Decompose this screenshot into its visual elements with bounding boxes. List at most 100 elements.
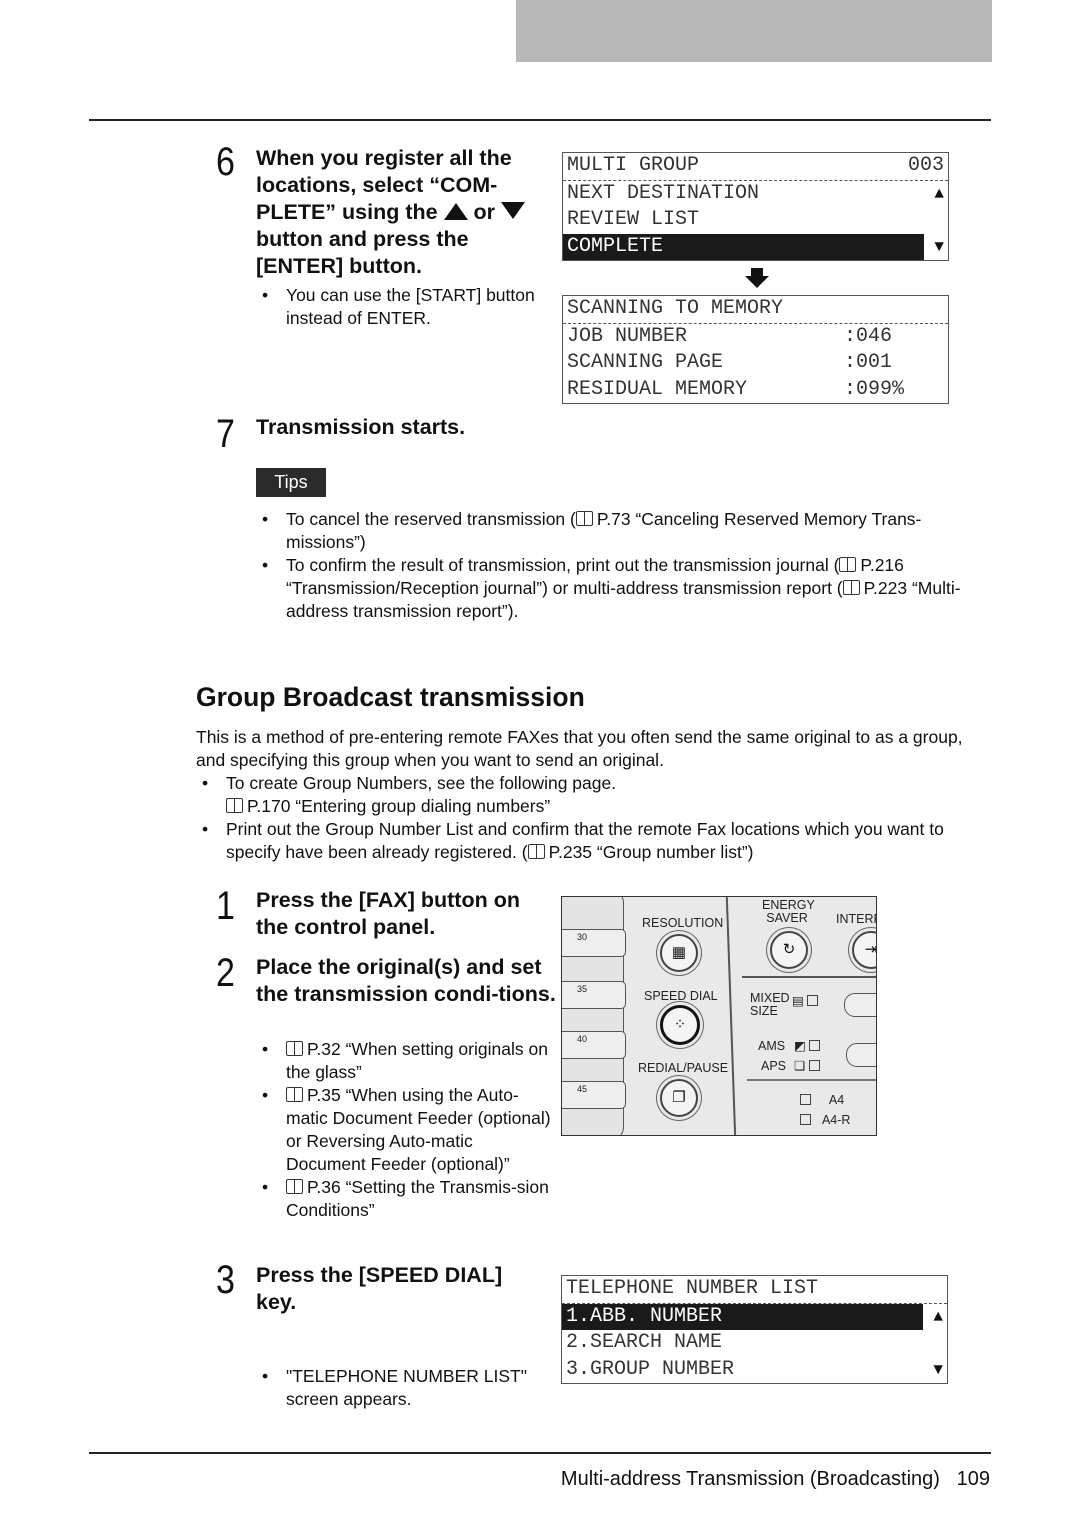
step-number: 1 [216, 884, 235, 928]
up-arrow-icon [443, 203, 468, 220]
bullet-item: You can use the [START] button instead o… [256, 284, 586, 330]
mixed-size-button [844, 993, 876, 1017]
top-rule [89, 119, 991, 121]
speed-dial-icon: ⁘ [660, 1005, 700, 1045]
tips-label: Tips [256, 468, 326, 497]
manual-page: 6 When you register all the locations, s… [0, 0, 1080, 1526]
lcd-row-label: 1.ABB. NUMBER [562, 1303, 923, 1330]
section-title: Group Broadcast transmission [196, 682, 585, 712]
lcd-row[interactable]: 2.SEARCH NAME [562, 1330, 947, 1357]
lcd-label: RESIDUAL MEMORY [567, 377, 748, 401]
ams-icon: ◩ [794, 1038, 824, 1053]
header-tab-bar [516, 0, 992, 62]
bullet-ref: P.35 “When using the Auto-matic Document… [286, 1085, 551, 1174]
a4r-item: A4-R [800, 1113, 850, 1127]
divider [742, 976, 876, 978]
lcd-row[interactable]: 3.GROUP NUMBER ▼ [562, 1357, 947, 1384]
aps-label: APS [761, 1059, 787, 1073]
scroll-down-icon: ▼ [933, 1360, 943, 1379]
step-heading: Press the [FAX] button on the control pa… [256, 888, 520, 939]
lcd-title: MULTI GROUP [567, 154, 700, 177]
lcd-count: 003 [907, 154, 944, 177]
step-number: 2 [216, 951, 235, 995]
heading-end: button and press the [ENTER] button. [256, 227, 469, 278]
ams-label: AMS [758, 1039, 786, 1053]
step-number: 7 [216, 412, 235, 456]
scroll-up-icon: ▲ [934, 184, 944, 203]
lcd-title-row: MULTI GROUP 003 [563, 153, 948, 181]
lcd-title: SCANNING TO MEMORY [567, 297, 784, 320]
bottom-rule [89, 1452, 991, 1454]
a4-item: A4 [800, 1093, 844, 1107]
one-touch-key: 30 [562, 929, 626, 957]
energy-saver-icon: ↻ [770, 931, 808, 969]
lcd-row-label: REVIEW LIST [567, 208, 700, 231]
redial-label: REDIAL/PAUSE [638, 1061, 729, 1075]
intro-text: This is a method of pre-entering remote … [196, 727, 963, 770]
footer: Multi-address Transmission (Broadcasting… [561, 1468, 990, 1491]
lcd-row[interactable]: NEXT DESTINATION ▲ [563, 181, 948, 208]
book-icon [839, 557, 857, 572]
lcd-row[interactable]: REVIEW LIST [563, 207, 948, 234]
lcd-label: JOB NUMBER [567, 324, 688, 348]
lcd-row-label: NEXT DESTINATION [567, 181, 760, 205]
bullet-item: To create Group Numbers, see the followi… [196, 772, 986, 818]
bullet-ref: P.32 “When setting originals on the glas… [286, 1039, 548, 1082]
heading-or: or [473, 200, 496, 224]
page-number: 109 [956, 1468, 990, 1490]
one-touch-key: 35 [562, 981, 626, 1009]
lcd-row-label: 3.GROUP NUMBER [566, 1357, 735, 1381]
scroll-up-icon: ▲ [933, 1307, 943, 1326]
book-icon [527, 844, 545, 859]
lcd-multi-group: MULTI GROUP 003 NEXT DESTINATION ▲ REVIEW … [562, 152, 949, 261]
step-heading: Press the [SPEED DIAL] key. [256, 1263, 503, 1314]
mixed-size-label: MIXED SIZE [750, 991, 790, 1018]
speed-dial-label: SPEED DIAL [644, 989, 718, 1003]
bullet-text: To create Group Numbers, see the followi… [226, 773, 617, 793]
book-icon [286, 1179, 303, 1194]
bullet-item: P.32 “When setting originals on the glas… [256, 1038, 556, 1084]
scroll-down-icon: ▼ [934, 237, 944, 256]
book-icon [842, 580, 860, 595]
lcd-row-selected[interactable]: 1.ABB. NUMBER ▲ [562, 1303, 947, 1330]
step-heading: Place the original(s) and set the transm… [256, 955, 556, 1006]
mixed-size-icon: ▤ [792, 993, 822, 1008]
divider [725, 897, 736, 1135]
interrupt-label: INTERR [836, 912, 876, 926]
lcd-title: TELEPHONE NUMBER LIST [566, 1277, 819, 1300]
bullet-ref: P.170 “Entering group dialing numbers” [247, 796, 551, 816]
bullet-ref: P.36 “Setting the Transmis-sion Conditio… [286, 1177, 549, 1220]
energy-saver-label: ENERGY SAVER [762, 898, 815, 925]
bullet-item: P.36 “Setting the Transmis-sion Conditio… [256, 1176, 556, 1222]
flow-arrow-stem [751, 268, 763, 277]
lcd-scanning: SCANNING TO MEMORY JOB NUMBER:046 SCANNI… [562, 295, 949, 404]
footer-title: Multi-address Transmission (Broadcasting… [560, 1468, 940, 1490]
tip-item: To cancel the reserved transmission (P.7… [256, 508, 976, 554]
step2-bullets: P.32 “When setting originals on the glas… [256, 1038, 556, 1222]
ams-aps-button [846, 1043, 876, 1067]
lcd-telephone-list: TELEPHONE NUMBER LIST 1.ABB. NUMBER ▲ 2.S… [561, 1275, 948, 1384]
lcd-row: SCANNING PAGE:001 [563, 350, 948, 377]
bullet-item: "TELEPHONE NUMBER LIST" screen appears. [256, 1365, 576, 1411]
lcd-row-selected[interactable]: COMPLETE ▼ [563, 233, 948, 260]
lcd-row-label: COMPLETE [563, 233, 924, 260]
lcd-value: :001 [844, 351, 893, 374]
tip-text: To confirm the result of transmission, p… [286, 555, 840, 575]
lcd-title-row: SCANNING TO MEMORY [563, 296, 948, 324]
book-icon [286, 1041, 303, 1056]
control-panel-image: 30 35 40 45 RESOLUTION ▦ SPEED DIAL ⁘ RE… [561, 896, 877, 1136]
section-body: This is a method of pre-entering remote … [196, 726, 986, 864]
tip-text: To cancel the reserved transmission ( [286, 509, 576, 529]
one-touch-key: 40 [562, 1031, 626, 1059]
redial-pause-icon: ❐ [660, 1079, 698, 1117]
divider [747, 1079, 876, 1081]
step-heading: When you register all the locations, sel… [256, 145, 556, 280]
bullet-item: P.35 “When using the Auto-matic Document… [256, 1084, 556, 1176]
step-number: 6 [216, 140, 235, 184]
lcd-value: :099% [844, 377, 905, 401]
resolution-grid-icon: ▦ [660, 934, 698, 972]
tips-list: To cancel the reserved transmission (P.7… [256, 508, 976, 623]
one-touch-key: 45 [562, 1081, 626, 1109]
lcd-row: JOB NUMBER:046 [563, 324, 948, 351]
lcd-title-row: TELEPHONE NUMBER LIST [562, 1276, 947, 1304]
